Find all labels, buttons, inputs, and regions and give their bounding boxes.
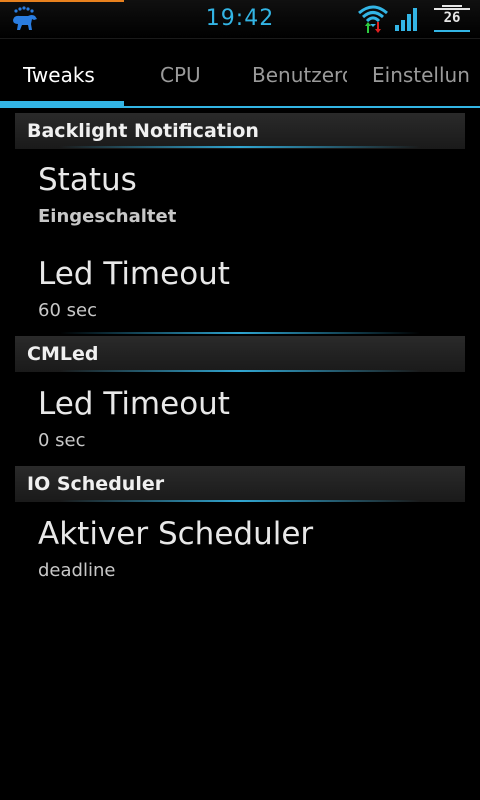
section-title: IO Scheduler [27, 473, 165, 495]
pref-title: Led Timeout [38, 256, 230, 292]
divider [60, 332, 420, 334]
status-bar: 19:42 26 [0, 0, 480, 39]
pref-aktiver-scheduler[interactable]: Aktiver Scheduler deadline [38, 516, 458, 581]
progress-indicator [0, 0, 124, 2]
tab-cpu[interactable]: CPU [160, 63, 201, 87]
wifi-icon [358, 5, 388, 33]
pref-cmled-led-timeout[interactable]: Led Timeout 0 sec [38, 386, 458, 451]
pref-title: Aktiver Scheduler [38, 516, 314, 552]
divider [60, 370, 420, 372]
battery-level: 26 [443, 10, 461, 26]
divider [60, 500, 420, 502]
divider [60, 146, 420, 148]
pref-title: Status [38, 162, 137, 198]
pref-summary: deadline [38, 560, 116, 581]
section-title: Backlight Notification [27, 120, 259, 142]
section-header-io-scheduler: IO Scheduler [15, 466, 465, 502]
pref-summary: Eingeschaltet [38, 206, 177, 227]
pref-led-timeout[interactable]: Led Timeout 60 sec [38, 256, 458, 321]
tab-benutzerdefiniert[interactable]: Benutzerd [252, 63, 347, 87]
section-title: CMLed [27, 343, 99, 365]
active-tab-indicator [0, 101, 124, 108]
section-header-backlight-notification: Backlight Notification [15, 113, 465, 149]
section-header-cmled: CMLed [15, 336, 465, 372]
pref-summary: 60 sec [38, 300, 97, 321]
tab-einstellungen[interactable]: Einstellun [372, 63, 470, 87]
pref-title: Led Timeout [38, 386, 230, 422]
pref-summary: 0 sec [38, 430, 86, 451]
signal-icon [395, 8, 417, 31]
tab-tweaks[interactable]: Tweaks [23, 63, 95, 87]
pref-status[interactable]: Status Eingeschaltet [38, 162, 458, 227]
